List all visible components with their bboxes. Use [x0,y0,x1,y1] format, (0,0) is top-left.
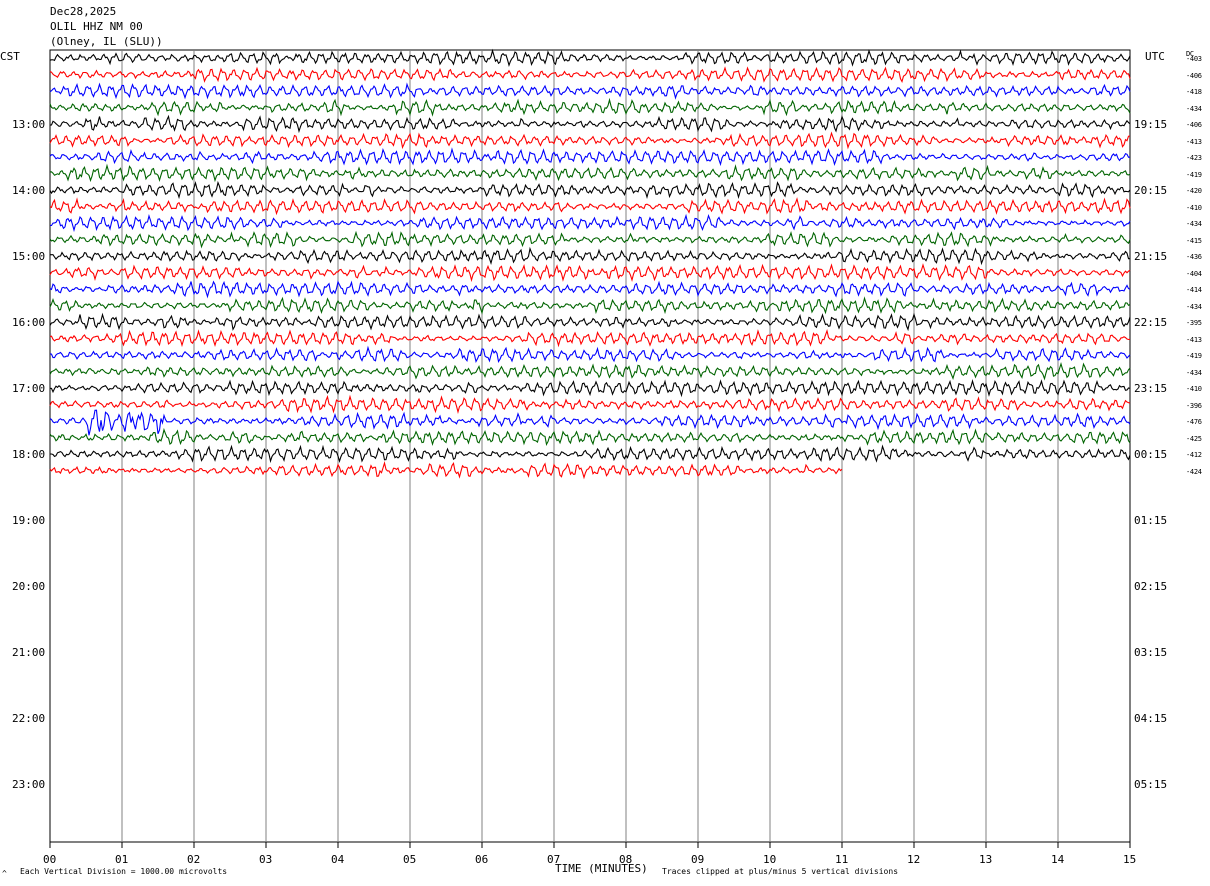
seismic-trace-13 [49,263,1131,283]
seismic-trace-19 [49,361,1131,381]
seismic-trace-15 [49,296,1131,315]
seismic-trace-9 [49,197,1131,216]
seismic-trace-17 [49,328,1131,348]
seismic-trace-3 [49,97,1131,117]
seismic-trace-25 [49,461,843,480]
x-axis-title: TIME (MINUTES) [555,862,648,875]
scale-note: Each Vertical Division = 1000.00 microvo… [20,867,228,876]
plot-frame [49,49,1131,843]
seismic-trace-24 [50,444,1131,464]
seismic-trace-10 [50,213,1131,233]
seismic-trace-18 [49,345,1131,364]
seismic-trace-23 [49,427,1131,447]
seismic-trace-4 [49,114,1131,134]
seismic-trace-22 [49,409,1131,436]
seismic-trace-21 [49,394,1131,415]
seismic-trace-11 [49,230,1131,249]
seismic-trace-5 [49,131,1131,150]
seismic-trace-12 [49,246,1130,266]
seismic-trace-6 [49,147,1131,167]
seismic-trace-14 [49,280,1131,299]
seismic-trace-2 [49,82,1131,100]
corner-mark: ^ [2,869,7,878]
seismic-trace-20 [49,379,1131,398]
helicorder-plot [49,48,1131,848]
seismic-trace-8 [49,180,1131,200]
clip-note: Traces clipped at plus/minus 5 vertical … [662,867,899,876]
seismic-trace-0 [49,48,1131,68]
seismic-trace-1 [49,66,1131,83]
seismic-trace-7 [49,163,1131,183]
seismic-trace-16 [49,312,1131,332]
